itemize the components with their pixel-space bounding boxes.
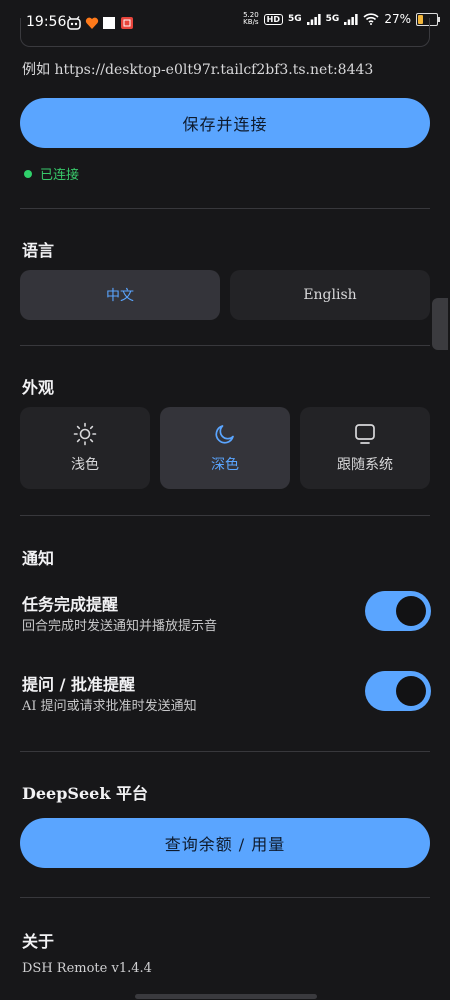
theme-option-label: 跟随系统 <box>337 457 393 473</box>
theme-option-system[interactable]: 跟随系统 <box>300 407 430 489</box>
connection-status: 已连接 <box>24 164 79 183</box>
ask-approve-desc: AI 提问或请求批准时发送通知 <box>22 699 197 714</box>
ask-approve-toggle[interactable] <box>365 671 431 711</box>
save-connect-button[interactable]: 保存并连接 <box>20 98 430 148</box>
language-option-chinese[interactable]: 中文 <box>20 270 220 320</box>
toggle-knob <box>396 596 426 626</box>
about-title: 关于 <box>22 932 55 951</box>
divider <box>20 751 430 752</box>
server-url-hint: 例如 https://desktop-e0lt97r.tailcf2bf3.ts… <box>22 62 374 78</box>
scrollbar-handle[interactable] <box>432 298 448 350</box>
notifications-title: 通知 <box>22 549 55 568</box>
task-complete-desc: 回合完成时发送通知并播放提示音 <box>22 619 218 634</box>
home-indicator[interactable] <box>135 994 317 999</box>
language-option-english[interactable]: English <box>230 270 430 320</box>
deepseek-title: DeepSeek 平台 <box>22 784 148 803</box>
query-balance-button[interactable]: 查询余额 / 用量 <box>20 818 430 868</box>
theme-option-label: 浅色 <box>71 457 99 473</box>
server-url-input[interactable] <box>20 18 430 47</box>
theme-option-label: 深色 <box>211 457 239 473</box>
ask-approve-title: 提问 / 批准提醒 <box>22 675 135 694</box>
task-complete-title: 任务完成提醒 <box>22 595 119 614</box>
app-version: DSH Remote v1.4.4 <box>22 961 152 976</box>
divider <box>20 208 430 209</box>
monitor-icon <box>355 424 375 444</box>
connected-dot-icon <box>24 169 32 178</box>
divider <box>20 515 430 516</box>
divider <box>20 345 430 346</box>
sun-icon <box>73 422 97 446</box>
theme-option-light[interactable]: 浅色 <box>20 407 150 489</box>
task-complete-toggle[interactable] <box>365 591 431 631</box>
language-title: 语言 <box>22 241 55 260</box>
moon-icon <box>215 425 234 444</box>
divider <box>20 897 430 898</box>
appearance-title: 外观 <box>22 378 55 397</box>
connection-status-text: 已连接 <box>40 168 80 183</box>
theme-option-dark[interactable]: 深色 <box>160 407 290 489</box>
toggle-knob <box>396 676 426 706</box>
